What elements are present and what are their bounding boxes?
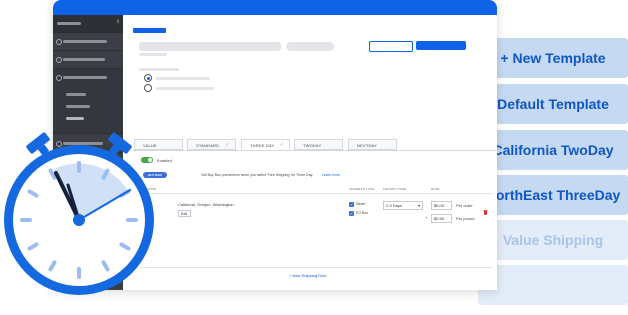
per-order-label: Per order (456, 203, 473, 208)
transit-time-value: 2-3 Days (386, 203, 403, 208)
transit-time-select[interactable]: 2-3 Days ▾ (383, 201, 423, 210)
subtitle-placeholder (139, 53, 167, 56)
template-default[interactable]: Default Template (478, 84, 628, 124)
street-checkbox[interactable]: ✓ (349, 202, 354, 207)
tab-standard[interactable]: STANDARD ✓ (187, 139, 236, 150)
alarm-clock-icon (0, 125, 185, 310)
rate-per-pound-input[interactable]: $0.50 (431, 214, 452, 223)
status-placeholder (286, 42, 334, 51)
template-new[interactable]: + New Template (478, 38, 628, 78)
buybox-text: Get Buy Box prominence when you select '… (201, 173, 314, 177)
header-address-type: ADDRESS TYPE (349, 187, 375, 191)
learn-more-link[interactable]: Learn more (322, 173, 340, 177)
footer-divider (141, 267, 493, 268)
pobox-checkbox[interactable]: ✓ (349, 211, 354, 216)
regions-value: California, Oregon, Washington (178, 202, 234, 207)
top-bar (53, 0, 497, 15)
sidebar-item[interactable] (53, 51, 123, 69)
pobox-label: PO Box (356, 211, 369, 215)
header-divider (141, 193, 493, 194)
template-value-shipping[interactable]: Value Shipping (478, 220, 628, 260)
primary-button[interactable] (416, 41, 466, 50)
radio-label-2 (156, 87, 214, 90)
new-shipping-rule-link[interactable]: + New Shipping Rule (289, 273, 326, 278)
radio-option-2[interactable] (144, 84, 152, 92)
template-northeast-threeday[interactable]: NorthEast ThreeDay (478, 175, 628, 215)
radio-label-1 (156, 77, 210, 80)
secondary-button[interactable] (369, 41, 413, 52)
street-label: Street (356, 202, 366, 206)
plus-sign: + (425, 215, 428, 220)
trash-icon[interactable] (483, 202, 488, 215)
section-label (139, 68, 179, 71)
chevron-down-icon: ⇕ (115, 19, 120, 25)
per-pound-label: Per pound (456, 216, 475, 221)
tab-nextday[interactable]: NEXTDAY (348, 139, 397, 150)
page-title (133, 28, 166, 33)
tab-twoday[interactable]: TWODAY (294, 139, 343, 150)
template-empty (478, 265, 628, 305)
header-rate: RATE (431, 187, 440, 191)
title-placeholder (139, 42, 281, 51)
template-california-twoday[interactable]: California TwoDay (478, 130, 628, 170)
radio-option-1[interactable] (144, 74, 152, 82)
tab-three-day[interactable]: THREE DAY ✓ (241, 139, 290, 150)
rate-per-order-input[interactable]: $5.00 (431, 201, 452, 210)
chevron-down-icon: ▾ (417, 203, 420, 208)
header-transit-time: TRANSIT TIME (383, 187, 407, 191)
sidebar-header[interactable]: ⇕ (53, 15, 123, 33)
sidebar-item[interactable] (53, 33, 123, 51)
